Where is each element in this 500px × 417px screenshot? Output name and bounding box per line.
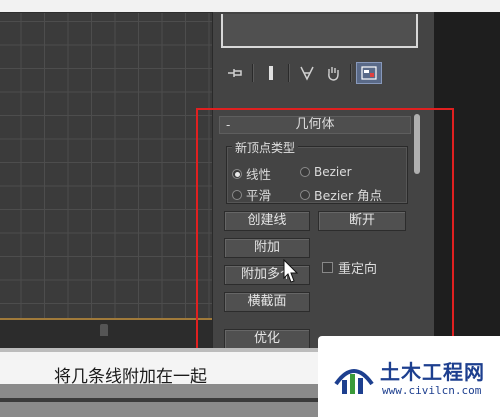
radio-indicator[interactable] [232,189,242,200]
break-button[interactable]: 断开 [318,211,406,231]
object-name-field[interactable] [221,14,418,48]
modifier-stack-toolbar [222,60,412,86]
watermark-title: 土木工程网 [380,360,485,384]
toolbar-separator [350,64,352,82]
viewport-grid[interactable] [0,12,212,318]
toolbar-separator [252,64,254,82]
viewport-marker-icon [100,324,108,336]
radio-indicator[interactable] [300,167,310,177]
radio-linear[interactable]: 线性 [232,164,271,183]
reorient-label: 重定向 [338,262,378,277]
top-frame-band [0,0,500,12]
radio-smooth-label: 平滑 [246,188,272,203]
rollout-title: 几何体 [295,117,335,132]
watermark: 土木工程网 www.civilcn.com [318,336,500,417]
reorient-checkbox[interactable]: 重定向 [322,258,377,277]
radio-bezier-corner[interactable]: Bezier 角点 [300,185,382,204]
hand-icon[interactable] [320,62,346,84]
radio-smooth[interactable]: 平滑 [232,185,271,204]
radio-bezier-label: Bezier [314,165,352,179]
panel-scrollbar[interactable] [414,114,420,174]
radio-indicator[interactable] [300,189,310,200]
watermark-url: www.civilcn.com [382,384,482,397]
pin-stack-icon[interactable] [222,62,248,84]
toolbar-separator [288,64,290,82]
create-line-button[interactable]: 创建线 [224,211,310,231]
vertex-type-group-label: 新顶点类型 [232,139,299,156]
radio-linear-label: 线性 [246,167,272,182]
civil-engineering-logo-icon [334,369,374,394]
mouse-cursor-icon [283,259,299,283]
right-dark-strip [434,12,500,348]
modifier-bar-icon[interactable] [258,62,284,84]
checkbox-box[interactable] [322,262,333,273]
radio-bezier-corner-label: Bezier 角点 [314,188,383,203]
radio-bezier[interactable]: Bezier [300,165,352,179]
rollout-geometry-header[interactable]: - 几何体 [219,116,411,134]
attach-button[interactable]: 附加 [224,238,310,258]
funnel-icon[interactable] [294,62,320,84]
radio-indicator[interactable] [232,168,242,179]
optimize-button[interactable]: 优化 [224,329,310,349]
configure-sets-icon[interactable] [356,62,382,84]
cross-section-button[interactable]: 横截面 [224,292,310,312]
